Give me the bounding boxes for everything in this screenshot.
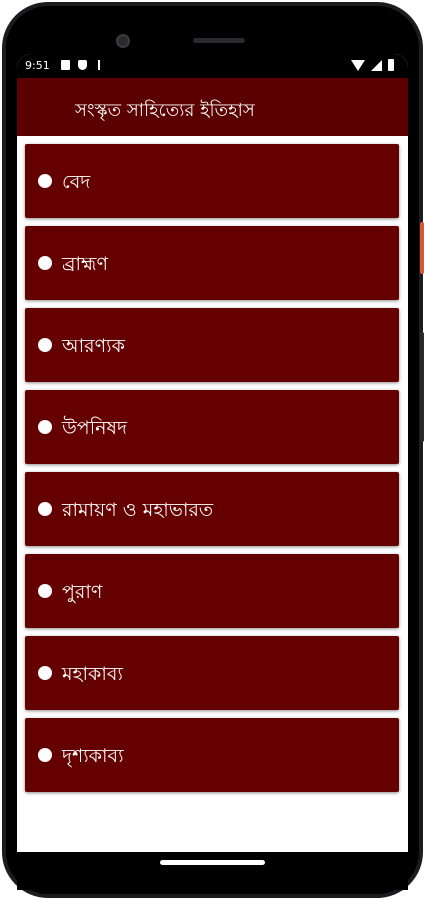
shield-icon [78,60,87,70]
volume-button [420,332,424,442]
list-item-label: রামায়ণ ও মহাভারত [62,499,214,521]
list-item-label: বেদ [62,171,91,193]
front-camera [116,34,130,48]
bullet-icon [38,584,52,598]
list-item-upanishad[interactable]: উপনিষদ [25,390,399,464]
earpiece-speaker [193,38,245,43]
home-gesture-handle[interactable] [160,860,265,865]
list-item-ramayan-mahabharat[interactable]: রামায়ণ ও মহাভারত [25,472,399,546]
status-bar: 9:51 [17,54,408,78]
list-item-puran[interactable]: পুরাণ [25,554,399,628]
page-title: সংস্কৃত সাহিত্যের ইতিহাস [75,100,255,121]
notification-icon [61,60,70,70]
status-time: 9:51 [25,59,50,72]
list-item-label: পুরাণ [62,581,103,603]
bullet-icon [38,420,52,434]
bullet-icon [38,502,52,516]
list-item-bed[interactable]: বেদ [25,144,399,218]
list-item-label: ব্রাহ্মণ [62,253,108,275]
app-screen: 9:51 সংস্কৃত সাহিত্যের ইতিহাস বেদ ব্রাহ্… [17,54,408,852]
bullet-icon [38,338,52,352]
list-item-aranyak[interactable]: আরণ্যক [25,308,399,382]
navigation-bar [17,852,408,890]
bullet-icon [38,666,52,680]
wifi-icon [351,59,365,71]
bullet-icon [38,256,52,270]
signal-icon [371,59,382,71]
status-right-icons [351,59,394,71]
list-item-label: উপনিষদ [62,417,127,439]
power-button [420,222,424,274]
list-item-brahman[interactable]: ব্রাহ্মণ [25,226,399,300]
list-item-mahakavya[interactable]: মহাকাব্য [25,636,399,710]
app-bar: সংস্কৃত সাহিত্যের ইতিহাস [17,78,408,136]
status-left-icons [61,60,100,70]
list-item-drishyakavya[interactable]: দৃশ্যকাব্য [25,718,399,792]
bullet-icon [38,748,52,762]
list-item-label: আরণ্যক [62,335,125,357]
download-icon [98,60,100,70]
bullet-icon [38,174,52,188]
list-item-label: মহাকাব্য [62,663,123,685]
list-item-label: দৃশ্যকাব্য [62,745,124,767]
battery-icon [388,59,394,71]
